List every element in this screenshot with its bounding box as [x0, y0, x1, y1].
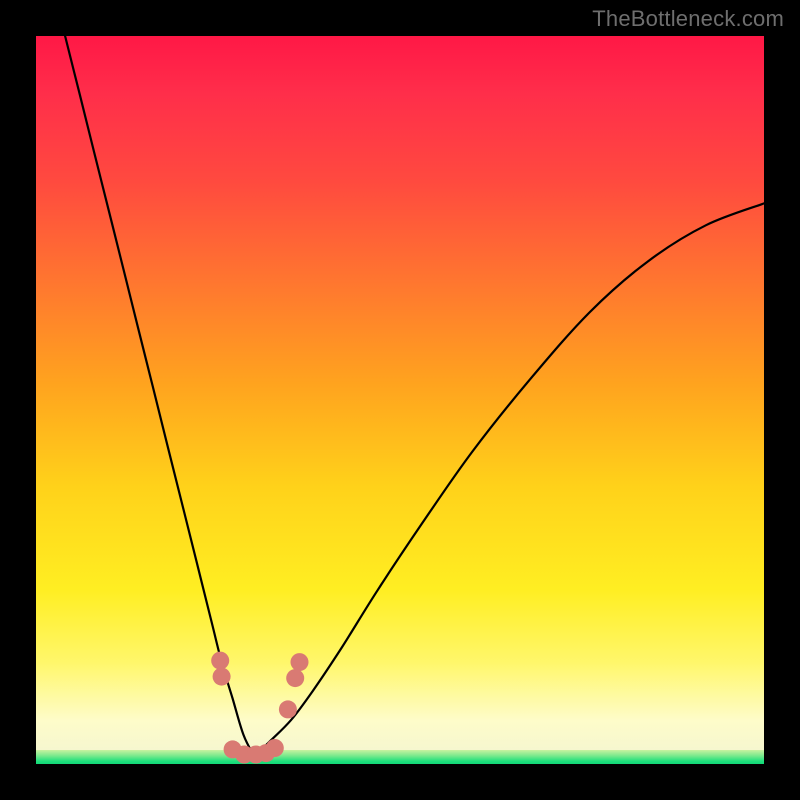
data-marker [291, 653, 309, 671]
data-marker [266, 739, 284, 757]
curve-layer [36, 36, 764, 764]
data-marker [211, 652, 229, 670]
curve-left-branch [65, 36, 254, 757]
watermark-text: TheBottleneck.com [592, 6, 784, 32]
data-marker [279, 700, 297, 718]
data-marker [286, 669, 304, 687]
curve-right-branch [254, 203, 764, 756]
marker-group [211, 652, 308, 764]
data-marker [213, 668, 231, 686]
plot-area [36, 36, 764, 764]
chart-frame: TheBottleneck.com [0, 0, 800, 800]
